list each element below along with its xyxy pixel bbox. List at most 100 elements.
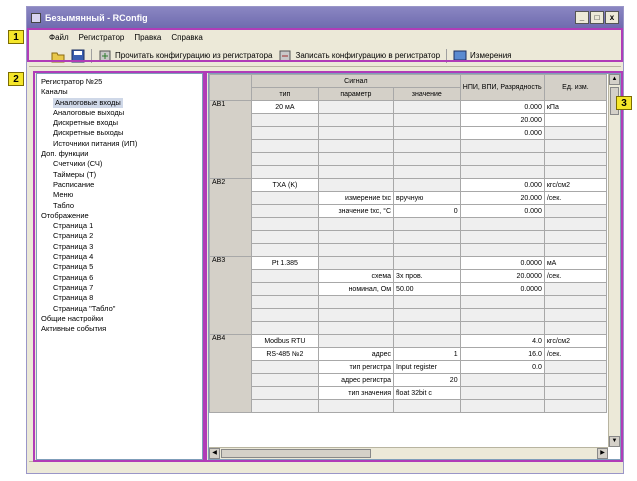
tree-item[interactable]: Страница 4 [41, 252, 198, 262]
empty-cell [543, 126, 608, 140]
units-cell[interactable]: кгс/см2 [543, 334, 608, 348]
tree-group[interactable]: Доп. функции [41, 149, 198, 159]
tree-root[interactable]: Регистратор №25 [41, 77, 198, 87]
tree-item[interactable]: Страница 5 [41, 262, 198, 272]
menu-help[interactable]: Справка [171, 33, 202, 42]
empty-cell [543, 282, 608, 296]
tree-item[interactable]: Табло [41, 201, 198, 211]
tree-group[interactable]: Отображение [41, 211, 198, 221]
units-cell[interactable]: кПа [543, 100, 608, 114]
tree-item[interactable]: Страница 1 [41, 221, 198, 231]
units-cell[interactable]: /сек. [543, 347, 608, 361]
type-cell[interactable]: Modbus RTU [251, 334, 319, 348]
type-header: тип [251, 87, 319, 101]
empty-cell [393, 139, 461, 153]
npi-cell[interactable]: 0.0000 [459, 256, 545, 270]
menu-edit[interactable]: Правка [134, 33, 161, 42]
row-header[interactable]: АВ3 [209, 256, 253, 335]
tree-item[interactable]: Страница 3 [41, 242, 198, 252]
tree-item[interactable]: Таймеры (Т) [41, 170, 198, 180]
param-value[interactable]: 3х пров. [393, 269, 461, 283]
title-bar[interactable]: Безымянный - RConfig _ □ x [27, 7, 623, 29]
tree-group[interactable]: Каналы [41, 87, 198, 97]
type-cell[interactable]: ТХА (K) [251, 178, 319, 192]
npi-cell[interactable]: 16.0 [459, 347, 545, 361]
tree-item[interactable]: Меню [41, 190, 198, 200]
units-cell[interactable]: мА [543, 256, 608, 270]
tree-item[interactable]: Источники питания (ИП) [41, 139, 198, 149]
tree-item[interactable]: Страница 6 [41, 273, 198, 283]
write-config-button[interactable]: Записать конфигурацию в регистратор [278, 49, 440, 63]
horizontal-scrollbar[interactable]: ◀ ▶ [209, 447, 608, 459]
npi-cell[interactable]: 20.000 [459, 191, 545, 205]
channel-table: Сигнал НПИ, ВПИ, Разрядность Ед. изм. ти… [209, 74, 608, 413]
scroll-right-arrow-icon[interactable]: ▶ [597, 448, 608, 459]
tree-item[interactable]: Страница 7 [41, 283, 198, 293]
tree-item[interactable]: Страница "Табло" [41, 304, 198, 314]
tree-item[interactable]: Страница 8 [41, 293, 198, 303]
param-value[interactable]: 50.00 [393, 282, 461, 296]
scroll-left-arrow-icon[interactable]: ◀ [209, 448, 220, 459]
type-cell[interactable]: RS-485 №2 [251, 347, 319, 361]
npi-cell[interactable]: 20.0000 [459, 269, 545, 283]
npi-cell[interactable]: 0.000 [459, 126, 545, 140]
menu-recorder[interactable]: Регистратор [79, 33, 125, 42]
tree-item-label: Дискретные выходы [53, 128, 124, 138]
read-config-button[interactable]: Прочитать конфигурацию из регистратора [98, 49, 272, 63]
row-header[interactable]: АВ2 [209, 178, 253, 257]
tree-item[interactable]: Аналоговые входы [41, 97, 198, 108]
npi-cell[interactable]: 4.0 [459, 334, 545, 348]
close-button[interactable]: x [605, 11, 619, 24]
vertical-scrollbar[interactable]: ▲ ▼ [608, 74, 620, 447]
maximize-button[interactable]: □ [590, 11, 604, 24]
row-header[interactable]: АВ1 [209, 100, 253, 179]
menu-file[interactable]: Файл [49, 33, 69, 42]
param-value[interactable]: 1 [393, 347, 461, 361]
tree-group[interactable]: Активные события [41, 324, 198, 334]
npi-cell[interactable]: 0.000 [459, 204, 545, 218]
save-icon[interactable] [71, 49, 85, 63]
empty-cell [251, 360, 319, 374]
tree-item[interactable]: Страница 2 [41, 231, 198, 241]
units-cell[interactable]: /сек. [543, 191, 608, 205]
tree-group[interactable]: Общие настройки [41, 314, 198, 324]
navigation-tree[interactable]: Регистратор №25 Каналы Аналоговые входы Ана… [36, 73, 203, 460]
units-cell[interactable]: кгс/см2 [543, 178, 608, 192]
tree-group-label: Доп. функции [41, 149, 89, 159]
type-cell[interactable]: Pt 1.385 [251, 256, 319, 270]
empty-cell [543, 399, 608, 413]
tree-item-label: Таймеры (Т) [53, 169, 97, 179]
npi-cell[interactable]: 0.000 [459, 100, 545, 114]
row-header[interactable]: АВ4 [209, 334, 253, 413]
param-value[interactable]: Input register [393, 360, 461, 374]
measure-button[interactable]: Измерения [453, 49, 512, 63]
empty-cell [393, 152, 461, 166]
param-value[interactable]: 0 [393, 204, 461, 218]
npi-cell[interactable]: 0.000 [459, 178, 545, 192]
open-folder-icon[interactable] [51, 49, 65, 63]
param-value[interactable]: float 32bit c [393, 386, 461, 400]
tree-item-label: Страница 4 [53, 252, 94, 262]
empty-cell [317, 152, 395, 166]
param-value[interactable]: 20 [393, 373, 461, 387]
horizontal-scroll-thumb[interactable] [221, 449, 371, 458]
empty-cell [251, 204, 319, 218]
minimize-button[interactable]: _ [575, 11, 589, 24]
tree-item[interactable]: Расписание [41, 180, 198, 190]
npi-cell[interactable]: 0.0000 [459, 282, 545, 296]
units-cell[interactable]: /сек. [543, 269, 608, 283]
scroll-down-arrow-icon[interactable]: ▼ [609, 436, 620, 447]
table-row: 0.000 [210, 126, 608, 140]
npi-cell[interactable]: 20.000 [459, 113, 545, 127]
tree-item[interactable]: Дискретные входы [41, 118, 198, 128]
table-row [210, 295, 608, 309]
units-cell[interactable] [543, 113, 608, 127]
scroll-up-arrow-icon[interactable]: ▲ [609, 74, 620, 85]
type-cell[interactable]: 20 мА [251, 100, 319, 114]
tree-item[interactable]: Счетчики (СЧ) [41, 159, 198, 169]
tree-item[interactable]: Дискретные выходы [41, 128, 198, 138]
param-value[interactable]: вручную [393, 191, 461, 205]
tree-item[interactable]: Аналоговые выходы [41, 108, 198, 118]
npi-cell[interactable]: 0.0 [459, 360, 545, 374]
table-row: 20.000 [210, 113, 608, 127]
